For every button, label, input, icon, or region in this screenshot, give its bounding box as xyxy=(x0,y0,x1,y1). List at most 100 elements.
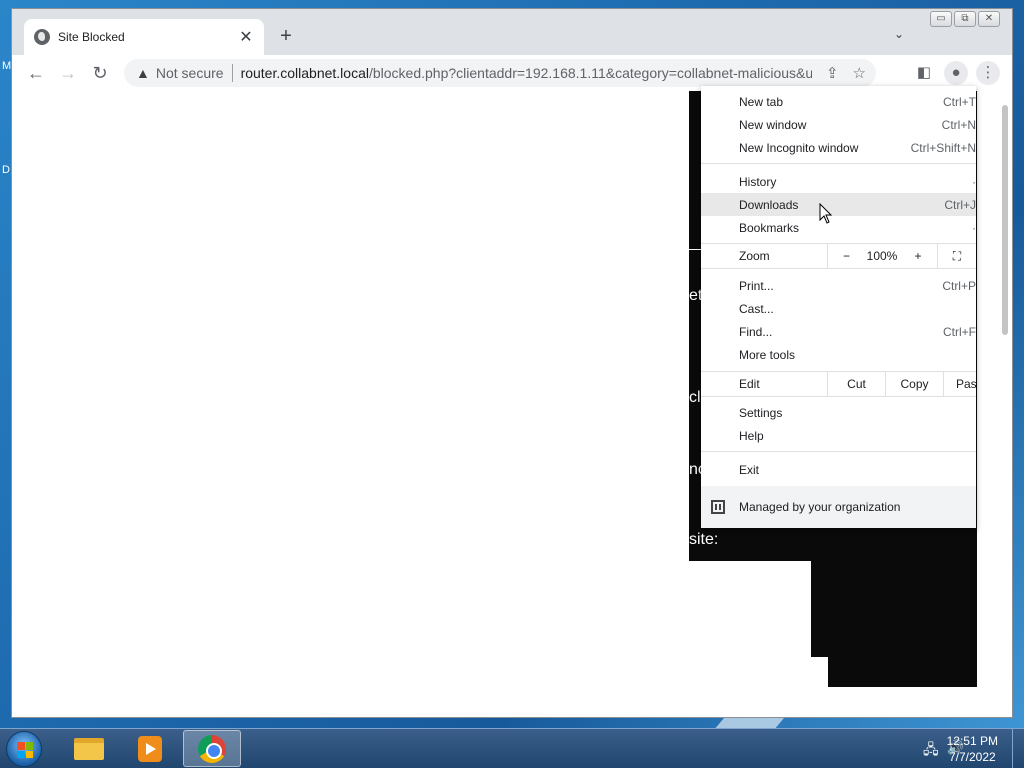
url-path: /blocked.php?clientaddr=192.168.1.11&cat… xyxy=(368,65,812,81)
menu-item-label: New tab xyxy=(739,94,784,109)
menu-item-label: Exit xyxy=(739,462,760,477)
forward-arrow-icon[interactable]: → xyxy=(56,61,80,85)
menu-item-cast[interactable]: Cast... xyxy=(701,297,976,320)
folder-icon xyxy=(74,737,104,760)
window-controls: ▭ ⧉ ✕ xyxy=(930,11,1000,27)
menu-item-label: Help xyxy=(739,428,764,443)
menu-item-label: New window xyxy=(739,117,807,132)
tab-strip: Site Blocked ✕ + ⌄ ▭ ⧉ ✕ xyxy=(12,9,1012,55)
menu-item-print[interactable]: Print... Ctrl+P xyxy=(701,274,976,297)
menu-item-label: Downloads xyxy=(739,197,799,212)
media-player-icon xyxy=(138,735,162,762)
close-window-button[interactable]: ✕ xyxy=(978,11,1000,27)
building-icon xyxy=(711,500,725,514)
taskbar-chrome[interactable] xyxy=(183,730,241,767)
menu-item-label: History xyxy=(739,174,777,189)
new-tab-button[interactable]: + xyxy=(274,25,298,47)
star-icon[interactable]: ☆ xyxy=(853,64,866,82)
show-desktop-button[interactable] xyxy=(1012,729,1024,768)
desktop-icon-label[interactable]: D xyxy=(2,164,10,176)
zoom-row: Zoom − 100% + ⛶ xyxy=(701,244,976,268)
url-host: router.collabnet.local xyxy=(240,65,369,81)
blocked-page-panel xyxy=(828,657,977,687)
page-text-fragment: cl xyxy=(689,389,701,406)
menu-item-label: Bookmarks xyxy=(739,220,800,235)
menu-item-more-tools[interactable]: More tools xyxy=(701,343,976,366)
scrollbar[interactable] xyxy=(1002,105,1008,335)
globe-icon xyxy=(34,29,50,45)
menu-item-downloads[interactable]: Downloads Ctrl+J xyxy=(701,193,976,216)
security-status[interactable]: Not secure xyxy=(156,65,224,81)
menu-shortcut: Ctrl+F xyxy=(943,324,976,339)
menu-item-history[interactable]: History · xyxy=(701,170,976,193)
desktop-icon-label[interactable]: M xyxy=(2,60,11,72)
zoom-out-button[interactable]: − xyxy=(827,244,865,268)
zoom-in-button[interactable]: + xyxy=(899,244,937,268)
menu-shortcut: Ctrl+P xyxy=(942,278,976,293)
menu-shortcut: Ctrl+N xyxy=(941,117,976,132)
taskbar-explorer[interactable] xyxy=(60,730,118,767)
menu-item-label: Find... xyxy=(739,324,773,339)
chevron-down-icon[interactable]: ⌄ xyxy=(894,27,904,41)
fullscreen-icon[interactable]: ⛶ xyxy=(937,244,976,268)
submenu-arrow-icon: · xyxy=(972,174,976,189)
managed-label: Managed by your organization xyxy=(739,500,901,514)
share-icon[interactable]: ⇪ xyxy=(826,64,839,82)
close-icon[interactable]: ✕ xyxy=(238,27,254,47)
mouse-cursor-icon xyxy=(819,203,833,224)
zoom-label: Zoom xyxy=(739,249,770,263)
menu-item-exit[interactable]: Exit xyxy=(701,458,976,481)
windows-logo-icon xyxy=(17,742,33,758)
cut-button[interactable]: Cut xyxy=(827,372,885,396)
network-icon[interactable]: 🖧 xyxy=(923,739,939,763)
menu-item-label: Print... xyxy=(739,278,774,293)
managed-by-organization[interactable]: Managed by your organization xyxy=(701,486,976,528)
kebab-menu-icon[interactable]: ⋮ xyxy=(976,61,1000,85)
taskbar-media-player[interactable] xyxy=(121,730,179,767)
blocked-page-panel xyxy=(811,561,977,657)
address-bar[interactable]: ▲ Not secure router.collabnet.local/bloc… xyxy=(124,59,876,87)
browser-main-menu: New tab Ctrl+T New window Ctrl+N New Incog… xyxy=(701,86,976,528)
maximize-button[interactable]: ⧉ xyxy=(954,11,976,27)
tab-site-blocked[interactable]: Site Blocked ✕ xyxy=(24,19,264,55)
menu-item-new-incognito-window[interactable]: New Incognito window Ctrl+Shift+N xyxy=(701,136,976,159)
menu-item-label: New Incognito window xyxy=(739,140,859,155)
menu-item-new-tab[interactable]: New tab Ctrl+T xyxy=(701,90,976,113)
clock-date: 7/7/2022 xyxy=(948,750,996,764)
tab-title: Site Blocked xyxy=(58,30,125,44)
back-arrow-icon[interactable]: ← xyxy=(24,61,48,85)
paste-button[interactable]: Pas xyxy=(943,372,976,396)
menu-item-find[interactable]: Find... Ctrl+F xyxy=(701,320,976,343)
menu-item-bookmarks[interactable]: Bookmarks · xyxy=(701,216,976,239)
menu-item-settings[interactable]: Settings xyxy=(701,401,976,424)
menu-divider xyxy=(701,163,976,164)
menu-item-label: Cast... xyxy=(739,301,774,316)
copy-button[interactable]: Copy xyxy=(885,372,943,396)
edit-row: Edit Cut Copy Pas xyxy=(701,372,976,396)
clock-time: 12:51 PM xyxy=(946,734,998,748)
taskbar: 🖧 🔊 12:51 PM 7/7/2022 xyxy=(0,728,1024,768)
page-text-fragment: site: xyxy=(689,531,719,548)
menu-item-label: More tools xyxy=(739,347,796,362)
chrome-icon xyxy=(198,734,226,763)
menu-divider xyxy=(701,396,976,397)
side-panel-icon[interactable]: ◧ xyxy=(912,61,936,85)
warning-icon[interactable]: ▲ xyxy=(136,65,150,81)
clock[interactable]: 12:51 PM 7/7/2022 xyxy=(947,733,998,765)
profile-avatar-icon[interactable]: ● xyxy=(944,61,968,85)
submenu-arrow-icon: · xyxy=(972,220,976,235)
reload-icon[interactable]: ↻ xyxy=(88,61,112,85)
menu-divider xyxy=(701,451,976,452)
zoom-level: 100% xyxy=(866,249,898,263)
start-button[interactable] xyxy=(6,731,42,767)
menu-divider xyxy=(701,268,976,269)
menu-shortcut: Ctrl+J xyxy=(944,197,976,212)
menu-item-label: Settings xyxy=(739,405,783,420)
menu-item-help[interactable]: Help xyxy=(701,424,976,447)
divider xyxy=(231,64,233,82)
minimize-button[interactable]: ▭ xyxy=(930,11,952,27)
menu-shortcut: Ctrl+T xyxy=(943,94,976,109)
menu-item-new-window[interactable]: New window Ctrl+N xyxy=(701,113,976,136)
url-text[interactable]: router.collabnet.local/blocked.php?clien… xyxy=(241,65,812,81)
menu-shortcut: Ctrl+Shift+N xyxy=(910,140,976,155)
